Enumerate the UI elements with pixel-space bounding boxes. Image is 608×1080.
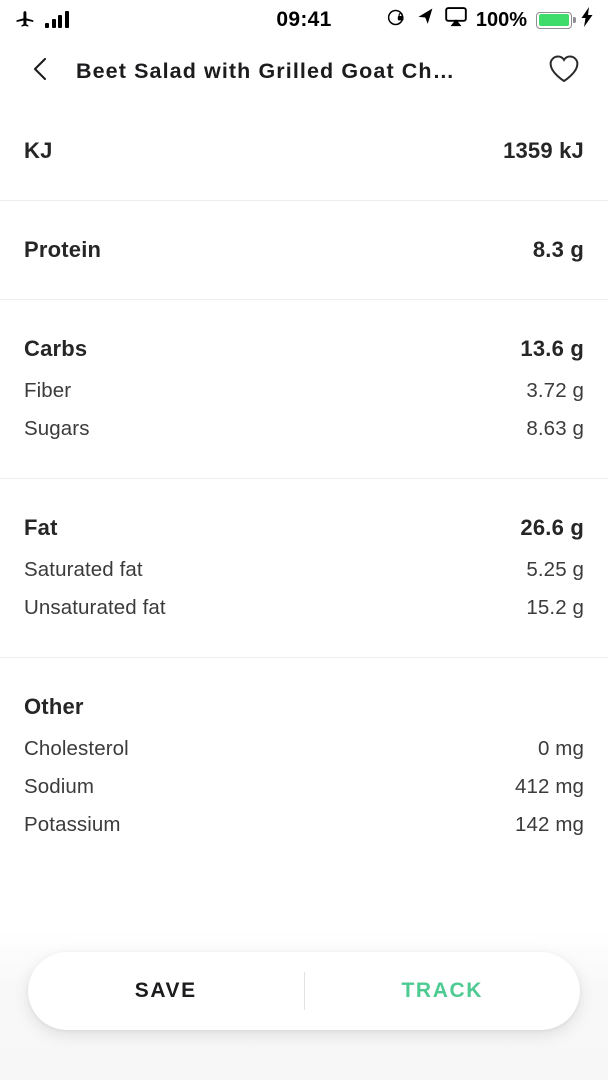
back-button[interactable] [24, 54, 58, 88]
action-pill: SAVE TRACK [28, 952, 580, 1030]
nutrition-subrow: Cholesterol 0 mg [24, 730, 584, 768]
nutrition-subrow: Saturated fat 5.25 g [24, 551, 584, 589]
nutrition-section-fat: Fat 26.6 g Saturated fat 5.25 g Unsaturated … [0, 479, 608, 657]
nutrition-row-fat: Fat 26.6 g [24, 479, 584, 551]
nutrition-subvalue: 15.2 g [526, 596, 584, 619]
nutrition-subvalue: 5.25 g [526, 558, 584, 581]
nutrition-list: KJ 1359 kJ Protein 8.3 g Carbs 13.6 g Fiber 3.7… [0, 102, 608, 874]
nutrition-sublabel: Fiber [24, 379, 72, 402]
nutrition-label: Carbs [24, 336, 88, 361]
nutrition-subrow: Potassium 142 mg [24, 806, 584, 844]
save-button[interactable]: SAVE [28, 979, 304, 1003]
nutrition-subvalue: 8.63 g [526, 417, 584, 440]
nutrition-sublabel: Potassium [24, 813, 121, 836]
app-screen: 09:41 100% Beet Salad with Grilled Goat … [0, 0, 608, 1080]
nutrition-section-energy: KJ 1359 kJ [0, 102, 608, 200]
nutrition-label: Fat [24, 515, 58, 540]
nutrition-label: Other [24, 694, 84, 719]
nutrition-subitems: Saturated fat 5.25 g Unsaturated fat 15.2 g [24, 551, 584, 657]
nutrition-sublabel: Sugars [24, 417, 90, 440]
favorite-button[interactable] [546, 53, 582, 89]
nutrition-label: Protein [24, 237, 102, 262]
bottom-action-bar: SAVE TRACK [0, 930, 608, 1080]
nutrition-subitems: Cholesterol 0 mg Sodium 412 mg Potassium 142 … [24, 730, 584, 874]
nutrition-subrow: Unsaturated fat 15.2 g [24, 589, 584, 627]
nutrition-row-carbs: Carbs 13.6 g [24, 300, 584, 372]
chevron-left-icon [30, 56, 52, 87]
nutrition-sublabel: Sodium [24, 775, 95, 798]
nutrition-row-energy: KJ 1359 kJ [24, 102, 584, 200]
nutrition-subrow: Sugars 8.63 g [24, 410, 584, 448]
nutrition-section-protein: Protein 8.3 g [0, 201, 608, 299]
nutrition-subrow: Fiber 3.72 g [24, 372, 584, 410]
nutrition-subitems: Fiber 3.72 g Sugars 8.63 g [24, 372, 584, 478]
nutrition-section-carbs: Carbs 13.6 g Fiber 3.72 g Sugars 8.63 g [0, 300, 608, 478]
nutrition-value: 26.6 g [520, 515, 584, 540]
heart-outline-icon [548, 54, 580, 89]
nutrition-value: 1359 kJ [503, 138, 584, 163]
nutrition-sublabel: Cholesterol [24, 737, 129, 760]
page-title: Beet Salad with Grilled Goat Ch… [76, 58, 456, 83]
nutrition-row-other: Other [24, 658, 584, 730]
nutrition-subvalue: 3.72 g [526, 379, 584, 402]
track-button[interactable]: TRACK [305, 979, 581, 1003]
status-bar: 09:41 100% [0, 0, 608, 40]
nutrition-subrow: Sodium 412 mg [24, 768, 584, 806]
nutrition-subvalue: 412 mg [515, 775, 584, 798]
nutrition-row-protein: Protein 8.3 g [24, 201, 584, 299]
status-bar-clock: 09:41 [276, 8, 332, 31]
nutrition-subvalue: 0 mg [538, 737, 584, 760]
nutrition-value: 8.3 g [532, 237, 584, 262]
nutrition-sublabel: Unsaturated fat [24, 596, 166, 619]
nutrition-value: 13.6 g [520, 336, 584, 361]
nutrition-section-other: Other Cholesterol 0 mg Sodium 412 mg Potassiu… [0, 658, 608, 874]
navigation-bar: Beet Salad with Grilled Goat Ch… [0, 40, 608, 102]
nutrition-sublabel: Saturated fat [24, 558, 143, 581]
nutrition-subvalue: 142 mg [515, 813, 584, 836]
battery-icon [536, 11, 572, 29]
nutrition-label: KJ [24, 138, 53, 163]
